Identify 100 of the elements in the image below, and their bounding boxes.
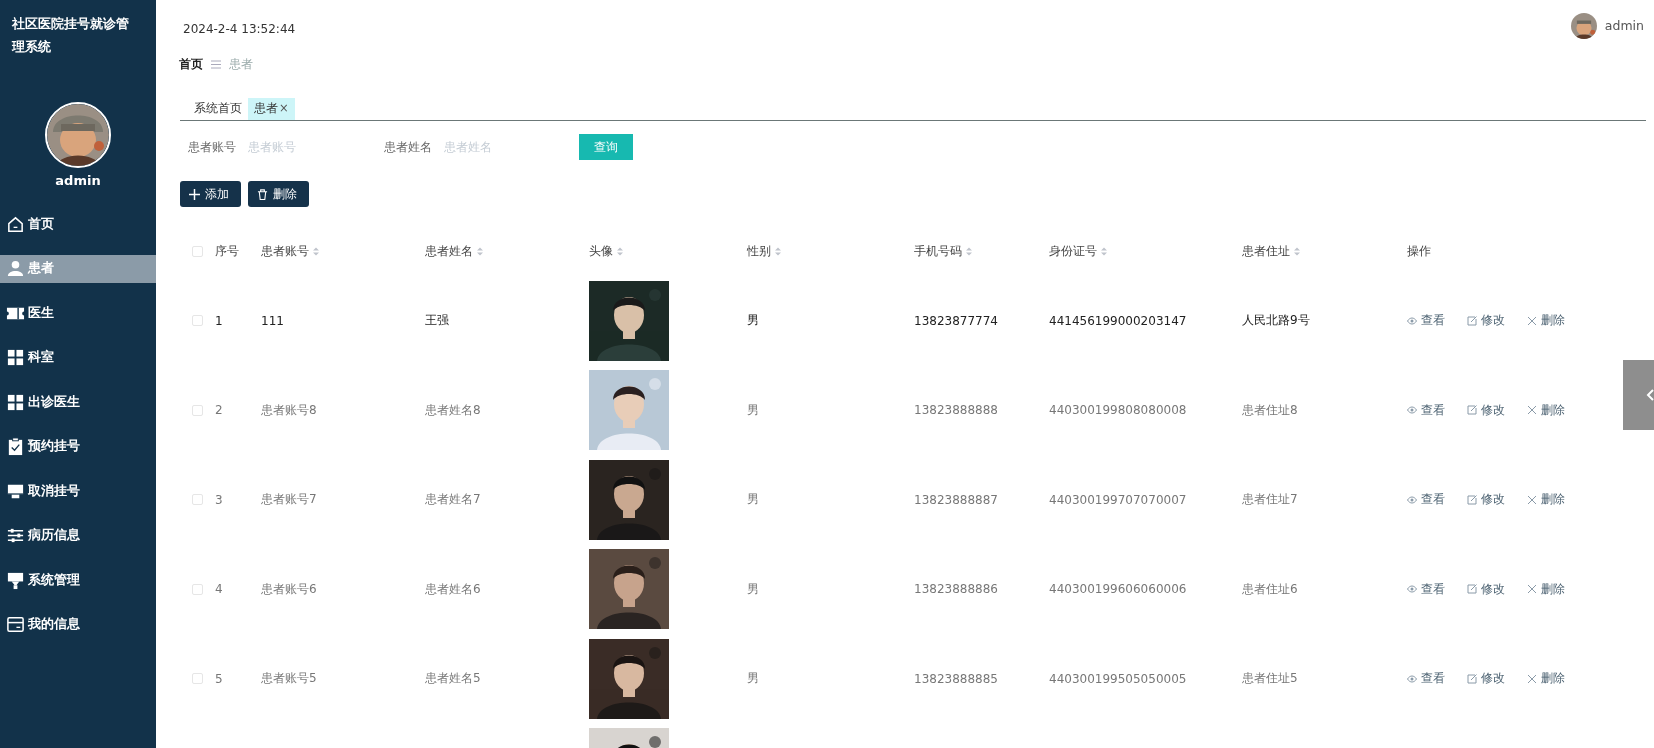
sidebar-item[interactable]: 医生 bbox=[0, 299, 156, 327]
table-cell-text: 人民北路9号 bbox=[1242, 312, 1311, 330]
eye-icon bbox=[1407, 584, 1417, 595]
table-cell-text: 男 bbox=[747, 580, 760, 598]
sidebar-item[interactable]: 首页 bbox=[0, 210, 156, 238]
delete-link[interactable]: 删除 bbox=[1527, 581, 1565, 597]
tab[interactable]: 系统首页 bbox=[188, 98, 248, 120]
column-header[interactable]: 患者姓名 bbox=[425, 243, 473, 259]
user-name[interactable]: admin bbox=[1604, 18, 1644, 33]
user-icon bbox=[6, 259, 25, 278]
row-number: 1 bbox=[215, 313, 224, 328]
sort-icon[interactable] bbox=[966, 246, 972, 256]
add-button[interactable]: 添加 bbox=[180, 181, 241, 207]
checkbox[interactable] bbox=[192, 404, 203, 416]
delete-link[interactable]: 删除 bbox=[1527, 671, 1565, 687]
column-header[interactable]: 患者账号 bbox=[261, 243, 309, 259]
table-cell-text: 男 bbox=[747, 401, 760, 419]
delete-button[interactable]: 删除 bbox=[248, 181, 309, 207]
table-cell-text: 患者姓名8 bbox=[425, 401, 482, 419]
edit-link[interactable]: 修改 bbox=[1467, 402, 1505, 418]
sort-icon[interactable] bbox=[775, 246, 781, 256]
close-icon bbox=[1527, 673, 1537, 684]
table-cell-text: 患者住址5 bbox=[1242, 670, 1299, 688]
checkbox[interactable] bbox=[192, 673, 203, 685]
table-cell-text: 13823888887 bbox=[914, 492, 999, 507]
sort-icon[interactable] bbox=[617, 246, 623, 256]
sort-icon[interactable] bbox=[1101, 246, 1107, 256]
table-cell-text: 440300199606060006 bbox=[1049, 582, 1188, 597]
table-cell-text: 患者账号5 bbox=[261, 670, 318, 688]
column-header[interactable]: 手机号码 bbox=[914, 243, 962, 259]
eye-icon bbox=[1407, 494, 1417, 505]
table-cell-text: 王强 bbox=[425, 312, 450, 330]
table-cell-text: 患者住址7 bbox=[1242, 491, 1299, 509]
user-name: admin bbox=[54, 173, 102, 188]
checkbox[interactable] bbox=[192, 583, 203, 595]
edit-link[interactable]: 修改 bbox=[1467, 581, 1505, 597]
column-header[interactable]: 性别 bbox=[747, 243, 771, 259]
tab[interactable]: 患者× bbox=[248, 98, 295, 120]
sidebar-item[interactable]: 出诊医生 bbox=[0, 388, 156, 416]
table-cell-text: 患者住址6 bbox=[1242, 580, 1299, 598]
edit-link[interactable]: 修改 bbox=[1467, 313, 1505, 329]
table-cell-text: 111 bbox=[261, 313, 285, 328]
trash-icon bbox=[257, 188, 268, 200]
grid-icon bbox=[6, 392, 25, 412]
edit-link[interactable]: 修改 bbox=[1467, 492, 1505, 508]
delete-link[interactable]: 删除 bbox=[1527, 313, 1565, 329]
breadcrumb-item[interactable]: 首页 bbox=[179, 57, 203, 72]
table-cell-text: 男 bbox=[747, 670, 760, 688]
sort-icon[interactable] bbox=[477, 246, 483, 256]
clipboard-icon bbox=[6, 437, 25, 456]
edit-link[interactable]: 修改 bbox=[1467, 671, 1505, 687]
sidebar-item[interactable]: 取消挂号 bbox=[0, 477, 156, 505]
eye-icon bbox=[1407, 315, 1417, 326]
close-icon bbox=[1527, 405, 1537, 416]
sidebar-item[interactable]: 病历信息 bbox=[0, 521, 156, 550]
app-title: 社区医院挂号就诊管理系统 bbox=[10, 15, 130, 56]
table-cell-text: 13823888888 bbox=[914, 403, 999, 418]
side-panel-handle[interactable] bbox=[1623, 360, 1654, 430]
view-link[interactable]: 查看 bbox=[1407, 402, 1445, 418]
edit-icon bbox=[1467, 673, 1477, 684]
delete-link[interactable]: 删除 bbox=[1527, 402, 1565, 418]
sort-icon[interactable] bbox=[1294, 246, 1300, 256]
stamp-icon bbox=[6, 570, 25, 590]
checkbox[interactable] bbox=[192, 315, 203, 327]
sidebar-item[interactable]: 预约挂号 bbox=[0, 432, 156, 461]
field-label: 患者姓名 bbox=[384, 139, 432, 155]
sort-icon[interactable] bbox=[313, 246, 319, 256]
close-icon[interactable]: × bbox=[279, 101, 289, 115]
column-header[interactable]: 头像 bbox=[589, 243, 613, 259]
view-link[interactable]: 查看 bbox=[1407, 492, 1445, 508]
edit-icon bbox=[1467, 405, 1477, 416]
row-number: 2 bbox=[215, 403, 224, 418]
view-link[interactable]: 查看 bbox=[1407, 671, 1445, 687]
checkbox[interactable] bbox=[192, 245, 203, 257]
table-cell-text: 患者住址8 bbox=[1242, 401, 1299, 419]
table-cell-text: 患者账号8 bbox=[261, 401, 318, 419]
sidebar-item[interactable]: 系统管理 bbox=[0, 566, 156, 594]
chevron-icon bbox=[1646, 389, 1654, 401]
row-number: 3 bbox=[215, 492, 224, 507]
eye-icon bbox=[1407, 673, 1417, 684]
row-number: 4 bbox=[215, 582, 224, 597]
sliders-icon bbox=[6, 526, 25, 545]
table-cell-text: 男 bbox=[747, 491, 760, 509]
column-header[interactable]: 患者住址 bbox=[1242, 243, 1290, 259]
edit-icon bbox=[1467, 494, 1477, 505]
field-label: 患者账号 bbox=[188, 139, 236, 155]
view-link[interactable]: 查看 bbox=[1407, 313, 1445, 329]
sidebar-item[interactable]: 我的信息 bbox=[0, 610, 156, 639]
sidebar-item[interactable]: 科室 bbox=[0, 343, 156, 372]
grid-icon bbox=[6, 348, 25, 367]
table-cell-text: 男 bbox=[747, 312, 760, 330]
table-cell-text: 13823888885 bbox=[914, 671, 999, 686]
view-link[interactable]: 查看 bbox=[1407, 581, 1445, 597]
delete-link[interactable]: 删除 bbox=[1527, 492, 1565, 508]
checkbox[interactable] bbox=[192, 494, 203, 506]
close-icon bbox=[1527, 584, 1537, 595]
edit-icon bbox=[1467, 584, 1477, 595]
close-icon bbox=[1527, 494, 1537, 505]
date-time: 2024-2-4 13:52:44 bbox=[183, 22, 296, 36]
column-header[interactable]: 身份证号 bbox=[1049, 243, 1097, 259]
